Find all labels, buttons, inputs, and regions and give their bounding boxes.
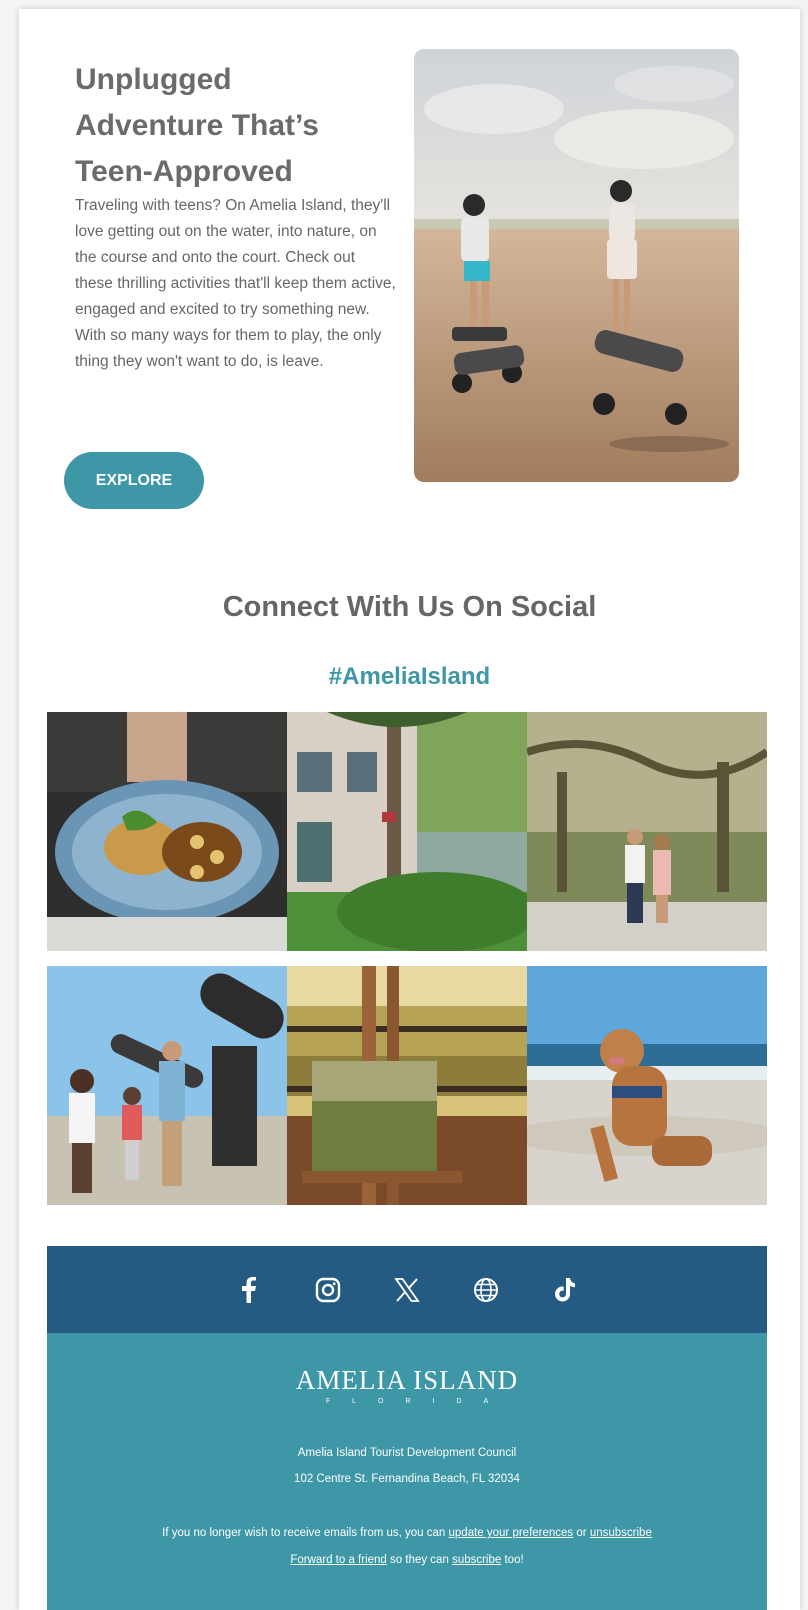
photo-tile-food-plate[interactable] [47,712,287,951]
unsub-prefix: If you no longer wish to receive emails … [162,1527,446,1539]
hero-title: Unplugged Adventure That’s Teen-Approved [75,57,355,195]
x-icon[interactable] [390,1272,425,1307]
instagram-icon[interactable] [311,1272,346,1307]
hero-description: Traveling with teens? On Amelia Island, … [75,197,396,370]
update-preferences-link[interactable]: update your preferences [449,1527,574,1539]
facebook-icon[interactable] [232,1272,267,1307]
unsubscribe-link[interactable]: unsubscribe [590,1527,652,1539]
unsubscribe-line: If you no longer wish to receive emails … [47,1527,767,1539]
explore-button[interactable]: EXPLORE [64,452,204,509]
unsub-or: or [576,1527,587,1539]
amelia-island-logo[interactable]: AMELIA ISLAND FLORIDA [47,1365,767,1405]
photo-tile-downtown-street[interactable] [287,712,527,951]
hero-title-line: Teen-Approved [75,155,293,188]
email-card: Unplugged Adventure That’s Teen-Approved… [19,9,800,1610]
forward-end-text: too! [504,1554,524,1566]
logo-wordmark: AMELIA ISLAND [295,1365,519,1395]
footer: AMELIA ISLAND FLORIDA Amelia Island Tour… [47,1333,767,1610]
photo-tile-couple-walking[interactable] [527,712,767,951]
globe-icon[interactable] [469,1272,504,1307]
org-name: Amelia Island Tourist Development Counci… [297,1447,517,1459]
hashtag-link[interactable]: #AmeliaIsland [19,663,800,691]
hero-title-line: Adventure That’s [75,109,319,142]
forward-mid-text: so they can [390,1554,449,1566]
photo-tile-dog-beach[interactable] [527,966,767,1205]
hero-title-line: Unplugged [75,63,232,96]
photo-tile-family-cannon[interactable] [47,966,287,1205]
photo-tile-marsh-painting[interactable] [287,966,527,1205]
forward-line: Forward to a friend so they can subscrib… [47,1554,767,1566]
social-section-title: Connect With Us On Social [222,591,597,623]
subscribe-link[interactable]: subscribe [452,1554,501,1566]
social-icons-bar [47,1246,767,1333]
tiktok-icon[interactable] [548,1272,583,1307]
hero-photo-teens-skateboarding[interactable] [414,49,739,482]
logo-subtext: FLORIDA [325,1398,511,1405]
forward-to-friend-link[interactable]: Forward to a friend [290,1554,387,1566]
org-address: 102 Centre St. Fernandina Beach, FL 3203… [294,1473,520,1485]
